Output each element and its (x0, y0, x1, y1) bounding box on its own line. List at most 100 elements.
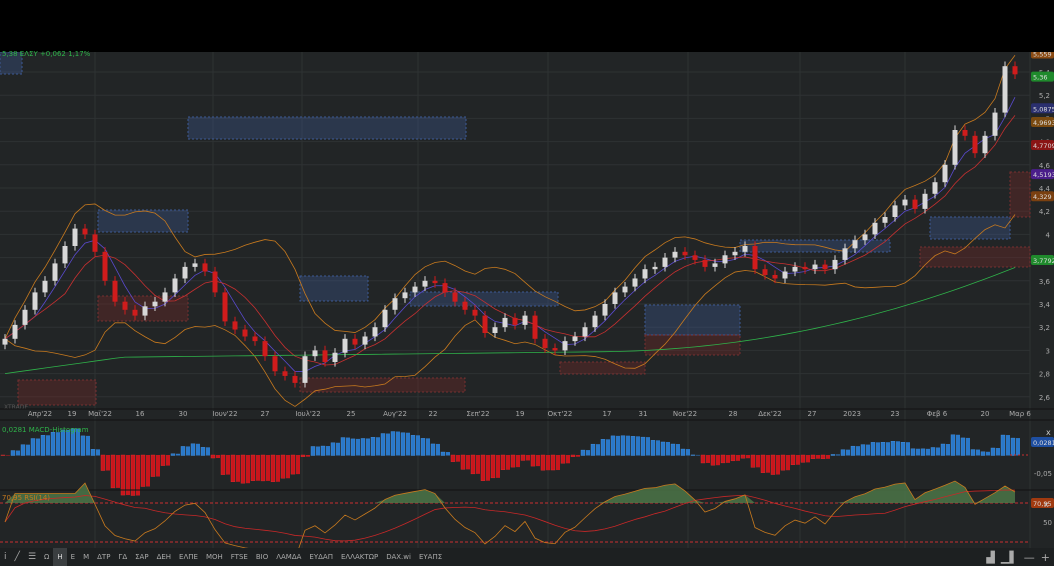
candle (572, 331, 578, 346)
symbol-tab[interactable]: ΕΛΛΑΚΤΩΡ (337, 548, 382, 566)
candle (362, 331, 368, 350)
candle (872, 218, 878, 240)
symbol-tab[interactable]: ΒΙΟ (252, 548, 272, 566)
indicators-icon[interactable]: ☰ (24, 548, 40, 566)
macd-bar (266, 455, 270, 481)
candle (72, 223, 78, 251)
candle-body (422, 280, 428, 287)
symbol-tab[interactable]: ΛΑΜΔΑ (272, 548, 305, 566)
symbol-tab[interactable]: DAX.wi (382, 548, 415, 566)
candle-body (762, 269, 768, 275)
macd-bar (470, 454, 476, 475)
demand-zone (644, 334, 741, 356)
candle (622, 281, 628, 298)
macd-bar (820, 454, 826, 460)
macd-bar (196, 443, 200, 456)
symbol-tab[interactable]: FTSE (227, 548, 252, 566)
candle-body (452, 292, 458, 302)
price-tick: 3,6 (1039, 278, 1051, 286)
zoom-out-icon[interactable]: — (1024, 551, 1035, 564)
rsi-close-icon[interactable]: x (1044, 500, 1049, 509)
macd-bar (50, 431, 56, 456)
candle (232, 316, 238, 335)
macd-bar (10, 450, 16, 456)
rsi-value: 70,95 (1033, 500, 1052, 508)
candle (302, 351, 308, 388)
chart-type-icon[interactable]: ▟ (986, 551, 994, 564)
macd-bar (200, 447, 206, 456)
macd-bar (496, 455, 500, 478)
macd-bar (940, 443, 946, 456)
bottom-toolbar: i ╱ ☰ Ω Η Ε Μ ΔΤΡ ΓΔ ΣΑΡ ΔΕΗ ΕΛΠΕ ΜΟΗ FTSE ΒΙΟ ΛΑΜΔΑ ΕΥΔ… (0, 548, 1054, 566)
symbol-tab[interactable]: Η (53, 548, 67, 566)
candle (932, 177, 938, 199)
macd-bar (140, 454, 146, 487)
time-tick: 20 (981, 410, 990, 418)
draw-line-icon[interactable]: ╱ (11, 548, 24, 566)
macd-bar (706, 455, 710, 463)
macd-bar (286, 455, 290, 479)
price-tick: 3,2 (1039, 324, 1050, 332)
time-tick: Μαϊ'22 (88, 410, 112, 418)
macd-bar (786, 455, 790, 471)
macd-bar (396, 431, 400, 456)
symbol-tab[interactable]: ΕΥΔΑΠ (305, 548, 337, 566)
macd-bar (600, 439, 606, 456)
macd-bar (886, 442, 890, 456)
symbol-tab[interactable]: ΕΥΑΠΣ (415, 548, 446, 566)
info-icon[interactable]: i (0, 548, 11, 566)
symbol-tab[interactable]: ΜΟΗ (202, 548, 227, 566)
watermark: XTRADE (4, 404, 28, 411)
candle-body (322, 350, 328, 362)
macd-bar (740, 454, 746, 459)
symbol-tab[interactable]: Ω (40, 548, 53, 566)
macd-bar (946, 444, 950, 456)
macd-bar (490, 454, 496, 479)
price-tick: 4 (1046, 231, 1051, 239)
chart-area[interactable]: 5,45,254,84,64,44,243,83,63,43,232,82,65… (0, 48, 1054, 560)
volume-icon[interactable]: ▁▌ (1001, 551, 1018, 564)
macd-bar (90, 449, 96, 456)
macd-bar (970, 449, 976, 456)
candle (792, 262, 798, 277)
candle-body (702, 259, 708, 267)
candle-body (192, 263, 198, 267)
macd-bar (110, 454, 116, 489)
candle-body (122, 301, 128, 310)
macd-bar (220, 454, 226, 475)
zoom-in-icon[interactable]: + (1041, 551, 1050, 564)
symbol-tab[interactable]: Ε (67, 548, 79, 566)
macd-bar (666, 441, 670, 456)
macd-bar (310, 446, 316, 456)
symbol-tab[interactable]: ΕΛΠΕ (175, 548, 202, 566)
candle-body (822, 264, 828, 270)
candle-body (642, 269, 648, 279)
candle (62, 241, 68, 269)
macd-bar (320, 445, 326, 456)
chart-svg[interactable]: 5,45,254,84,64,44,243,83,63,43,232,82,65… (0, 48, 1054, 560)
candle-body (542, 338, 548, 349)
macd-bar (830, 454, 836, 456)
macd-bar (240, 454, 246, 484)
macd-bar (950, 434, 956, 456)
symbol-tab[interactable]: ΔΤΡ (93, 548, 114, 566)
macd-bar (860, 444, 866, 456)
macd-bar (720, 454, 726, 464)
macd-bar (40, 435, 46, 456)
symbol-tab[interactable]: Μ (79, 548, 93, 566)
symbol-tab[interactable]: ΔΕΗ (153, 548, 175, 566)
candle (752, 241, 758, 274)
macd-close-icon[interactable]: x (1046, 428, 1051, 437)
macd-bar (716, 455, 720, 466)
candle (812, 259, 818, 274)
symbol-tab[interactable]: ΣΑΡ (131, 548, 152, 566)
macd-bar (6, 455, 10, 456)
macd-bar (900, 442, 906, 456)
symbol-tab[interactable]: ΓΔ (114, 548, 131, 566)
candle-body (92, 234, 98, 252)
candle (902, 194, 908, 211)
candle-body (812, 264, 818, 270)
candle-body (382, 309, 388, 328)
macd-bar (166, 455, 170, 466)
candle-body (832, 259, 838, 270)
